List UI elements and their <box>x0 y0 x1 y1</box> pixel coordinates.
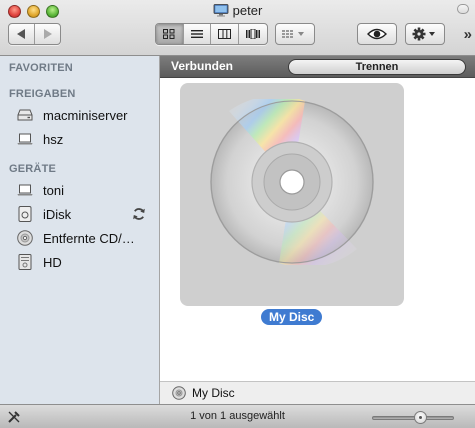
column-view-icon <box>217 29 231 39</box>
monitor-icon <box>213 4 229 17</box>
sidebar-section-freigaben: FREIGABEN <box>9 88 76 100</box>
sidebar-section-geraete: GERÄTE <box>9 163 57 175</box>
file-item-label[interactable]: My Disc <box>261 309 323 325</box>
file-item-my-disc[interactable] <box>180 83 404 306</box>
harddisk-icon <box>16 253 34 271</box>
finder-window: peter » FAVORITEN FREIGABEN macminiserve… <box>0 0 475 428</box>
window-title-text: peter <box>232 3 263 18</box>
disconnect-button[interactable]: Trennen <box>288 59 466 75</box>
action-menu-button[interactable] <box>405 23 445 45</box>
sidebar-item-remote-cd[interactable]: Entfernte CD/… <box>16 227 158 249</box>
cd-small-icon <box>172 386 186 400</box>
list-view-icon <box>190 30 203 38</box>
column-view-button[interactable] <box>211 24 239 44</box>
sidebar-item-label: iDisk <box>43 206 72 222</box>
laptop-icon <box>16 181 34 199</box>
icon-view-content: My Disc <box>160 78 475 380</box>
cd-icon <box>16 229 34 247</box>
sync-icon[interactable] <box>132 207 146 221</box>
icon-view-icon <box>163 29 175 39</box>
arrange-button[interactable] <box>275 23 315 45</box>
sidebar-item-toni[interactable]: toni <box>16 179 158 201</box>
connection-status: Verbunden <box>171 59 234 73</box>
sidebar-item-label: Entfernte CD/… <box>43 230 135 246</box>
icon-size-slider[interactable] <box>372 416 454 420</box>
sidebar-item-label: HD <box>43 254 62 270</box>
sidebar: FAVORITEN FREIGABEN macminiserver hsz GE… <box>0 56 160 404</box>
cd-disc-icon <box>210 99 374 265</box>
toolbar-overflow-button[interactable]: » <box>464 26 473 43</box>
forward-button[interactable] <box>35 24 60 44</box>
status-bar: 1 von 1 ausgewählt <box>0 404 475 428</box>
toolbar-toggle-button[interactable] <box>457 4 469 14</box>
path-bar: My Disc <box>160 381 475 404</box>
sidebar-item-idisk[interactable]: iDisk <box>16 203 158 225</box>
icon-view-button[interactable] <box>156 24 184 44</box>
cover-flow-icon <box>245 29 260 39</box>
sidebar-item-label: hsz <box>43 131 64 147</box>
gear-icon <box>412 27 435 41</box>
idisk-icon <box>16 205 34 223</box>
back-button[interactable] <box>9 24 35 44</box>
connection-bar: Verbunden Trennen <box>160 56 475 78</box>
sidebar-section-favoriten: FAVORITEN <box>9 62 73 74</box>
arrange-grid-icon <box>282 30 304 38</box>
path-label[interactable]: My Disc <box>192 386 235 400</box>
sidebar-item-label: macminiserver <box>43 107 128 123</box>
nav-buttons <box>8 23 61 45</box>
window-title: peter <box>0 3 475 18</box>
list-view-button[interactable] <box>184 24 212 44</box>
laptop-icon <box>16 130 34 148</box>
server-icon <box>16 106 34 124</box>
cover-flow-view-button[interactable] <box>239 24 267 44</box>
quicklook-button[interactable] <box>357 23 397 45</box>
sidebar-item-label: toni <box>43 182 64 198</box>
icon-size-slider-thumb[interactable] <box>414 411 427 424</box>
title-toolbar: peter » <box>0 0 475 56</box>
forward-arrow-icon <box>43 29 52 39</box>
sidebar-item-macminiserver[interactable]: macminiserver <box>16 104 158 126</box>
view-mode-control <box>155 23 268 45</box>
sidebar-item-hsz[interactable]: hsz <box>16 128 158 150</box>
back-arrow-icon <box>16 29 25 39</box>
eye-icon <box>367 28 387 40</box>
sidebar-item-hd[interactable]: HD <box>16 251 158 273</box>
